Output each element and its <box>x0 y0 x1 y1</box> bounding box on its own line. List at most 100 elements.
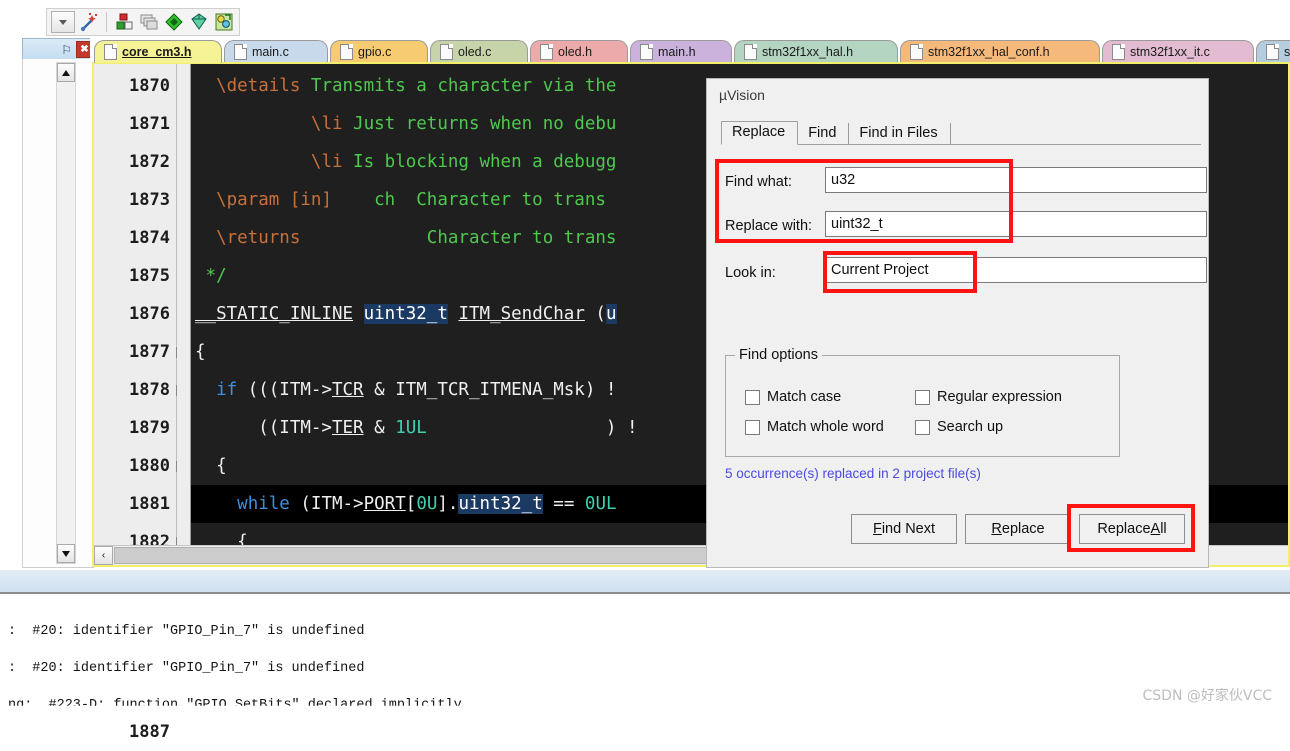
file-icon <box>1112 44 1125 60</box>
line-number-text: 1881 <box>129 494 170 514</box>
editor-tab-main-c[interactable]: main.c <box>224 40 328 63</box>
find-replace-dialog: µVision Replace Find Find in Files Find … <box>706 78 1209 568</box>
scroll-down-button[interactable] <box>57 544 75 563</box>
scroll-up-button[interactable] <box>57 63 75 82</box>
file-icon <box>440 44 453 60</box>
file-icon <box>910 44 923 60</box>
tab-label: oled.h <box>558 45 593 59</box>
option-match-case[interactable]: Match case <box>745 389 841 405</box>
tab-label: stm32f1xx_hal_conf.h <box>928 45 1050 59</box>
triangle-down-icon <box>62 550 70 557</box>
option-label: Match case <box>767 389 842 405</box>
tab-label: main.h <box>658 45 696 59</box>
checkbox-icon[interactable] <box>745 389 760 405</box>
rebuild-icon[interactable] <box>213 11 235 33</box>
accel-letter: A <box>1150 521 1161 537</box>
tab-find-in-files[interactable]: Find in Files <box>849 123 951 144</box>
left-dock-scrollbar[interactable] <box>56 62 76 564</box>
checkbox-icon[interactable] <box>745 419 760 435</box>
editor-tab-main-h[interactable]: main.h <box>630 40 732 63</box>
build-target-icon[interactable] <box>113 11 135 33</box>
button-label: ind Next <box>881 521 936 537</box>
option-regular-expression[interactable]: Regular expression <box>915 389 1062 405</box>
line-number: 1875 <box>94 257 185 295</box>
line-number: 1881 <box>94 485 176 523</box>
find-options-group <box>725 355 1120 457</box>
editor-tab-oled-h[interactable]: oled.h <box>530 40 628 63</box>
line-number: 1870 <box>94 67 176 105</box>
line-number: 1879 <box>94 409 185 447</box>
pin-icon[interactable]: ⚐ <box>61 44 72 56</box>
translate-file-icon[interactable] <box>163 11 185 33</box>
line-number-gutter: 18701871187218731874187518761877-1878-18… <box>94 64 187 742</box>
build-icon[interactable] <box>188 11 210 33</box>
line-number-text: 1876 <box>129 304 170 324</box>
line-number-text: 1871 <box>129 114 170 134</box>
find-next-button[interactable]: Find Next <box>851 514 957 544</box>
line-number-text: 1878 <box>129 380 170 400</box>
look-in-label: Look in: <box>725 265 776 281</box>
editor-tab-stm32f1xx-it-c[interactable]: stm32f1xx_it.c <box>1102 40 1254 63</box>
tab-label: gpio.c <box>358 45 392 59</box>
editor-tab-stm32f1xx-hal-conf-h[interactable]: stm32f1xx_hal_conf.h <box>900 40 1100 63</box>
replace-with-input[interactable]: uint32_t <box>825 211 1207 237</box>
batch-build-icon[interactable] <box>138 11 160 33</box>
chevron-down-icon <box>59 19 67 25</box>
output-line: : #20: identifier "GPIO_Pin_7" is undefi… <box>8 661 365 676</box>
line-number-text: 1877 <box>129 342 170 362</box>
editor-tab-oled-c[interactable]: oled.c <box>430 40 528 63</box>
tab-label: oled.c <box>458 45 492 59</box>
find-options-legend: Find options <box>735 347 822 363</box>
accel-letter: F <box>872 521 882 537</box>
button-label: ll <box>1160 521 1167 537</box>
accel-letter: R <box>991 521 1002 537</box>
file-icon <box>234 44 247 60</box>
editor-tab-core-cm3-h[interactable]: core_cm3.h <box>94 40 222 63</box>
line-number: 1874 <box>94 219 176 257</box>
editor-tab-stm32f1xx-hal-h[interactable]: stm32f1xx_hal.h <box>734 40 898 63</box>
replace-button[interactable]: Replace <box>965 514 1071 544</box>
option-match-whole-word[interactable]: Match whole word <box>745 419 884 435</box>
find-what-input[interactable]: u32 <box>825 167 1207 193</box>
button-label-pre: Replace <box>1097 521 1151 537</box>
file-icon <box>1266 44 1279 60</box>
tab-label: stm32f1x <box>1284 45 1290 59</box>
option-label: Match whole word <box>767 419 884 435</box>
replace-status-message: 5 occurrence(s) replaced in 2 project fi… <box>725 466 981 481</box>
line-number-text: 1880 <box>129 456 170 476</box>
replace-all-button[interactable]: Replace All <box>1079 514 1185 544</box>
panel-splitter[interactable] <box>0 570 1290 592</box>
tab-label: stm32f1xx_it.c <box>1130 45 1210 59</box>
triangle-up-icon <box>62 69 70 76</box>
output-line: : #20: identifier "GPIO_Pin_7" is undefi… <box>8 624 365 639</box>
option-search-up[interactable]: Search up <box>915 419 1003 435</box>
line-number-text: 1879 <box>129 418 170 438</box>
tab-replace[interactable]: Replace <box>721 121 799 145</box>
gutter-edge <box>177 64 191 565</box>
magic-wand-icon[interactable] <box>78 11 100 33</box>
checkbox-icon[interactable] <box>915 419 930 435</box>
checkbox-icon[interactable] <box>915 389 930 405</box>
line-number-text: 1872 <box>129 152 170 172</box>
find-what-label: Find what: <box>725 174 792 190</box>
line-number-text: 1887 <box>129 722 170 742</box>
editor-tab-stm32f1x[interactable]: stm32f1x <box>1256 40 1290 63</box>
scroll-left-button[interactable]: ‹ <box>94 546 113 565</box>
toolbar-button-group <box>46 8 240 36</box>
file-icon <box>744 44 757 60</box>
line-number: 1878- <box>94 371 187 409</box>
output-line: ng: #223-D: function "GPIO_SetBits" decl… <box>8 698 462 713</box>
editor-tab-gpio-c[interactable]: gpio.c <box>330 40 428 63</box>
option-label: Search up <box>937 419 1004 435</box>
line-number: 1871 <box>94 105 176 143</box>
target-dropdown-button[interactable] <box>51 11 75 33</box>
replace-with-label: Replace with: <box>725 218 813 234</box>
dialog-tab-strip: Replace Find Find in Files <box>721 121 1201 145</box>
tab-label: stm32f1xx_hal.h <box>762 45 854 59</box>
tab-find[interactable]: Find <box>798 123 850 144</box>
look-in-combobox[interactable]: Current Project <box>825 257 1207 283</box>
button-label: eplace <box>1001 521 1045 537</box>
line-number: 1872 <box>94 143 176 181</box>
file-icon <box>104 44 117 60</box>
file-icon <box>340 44 353 60</box>
